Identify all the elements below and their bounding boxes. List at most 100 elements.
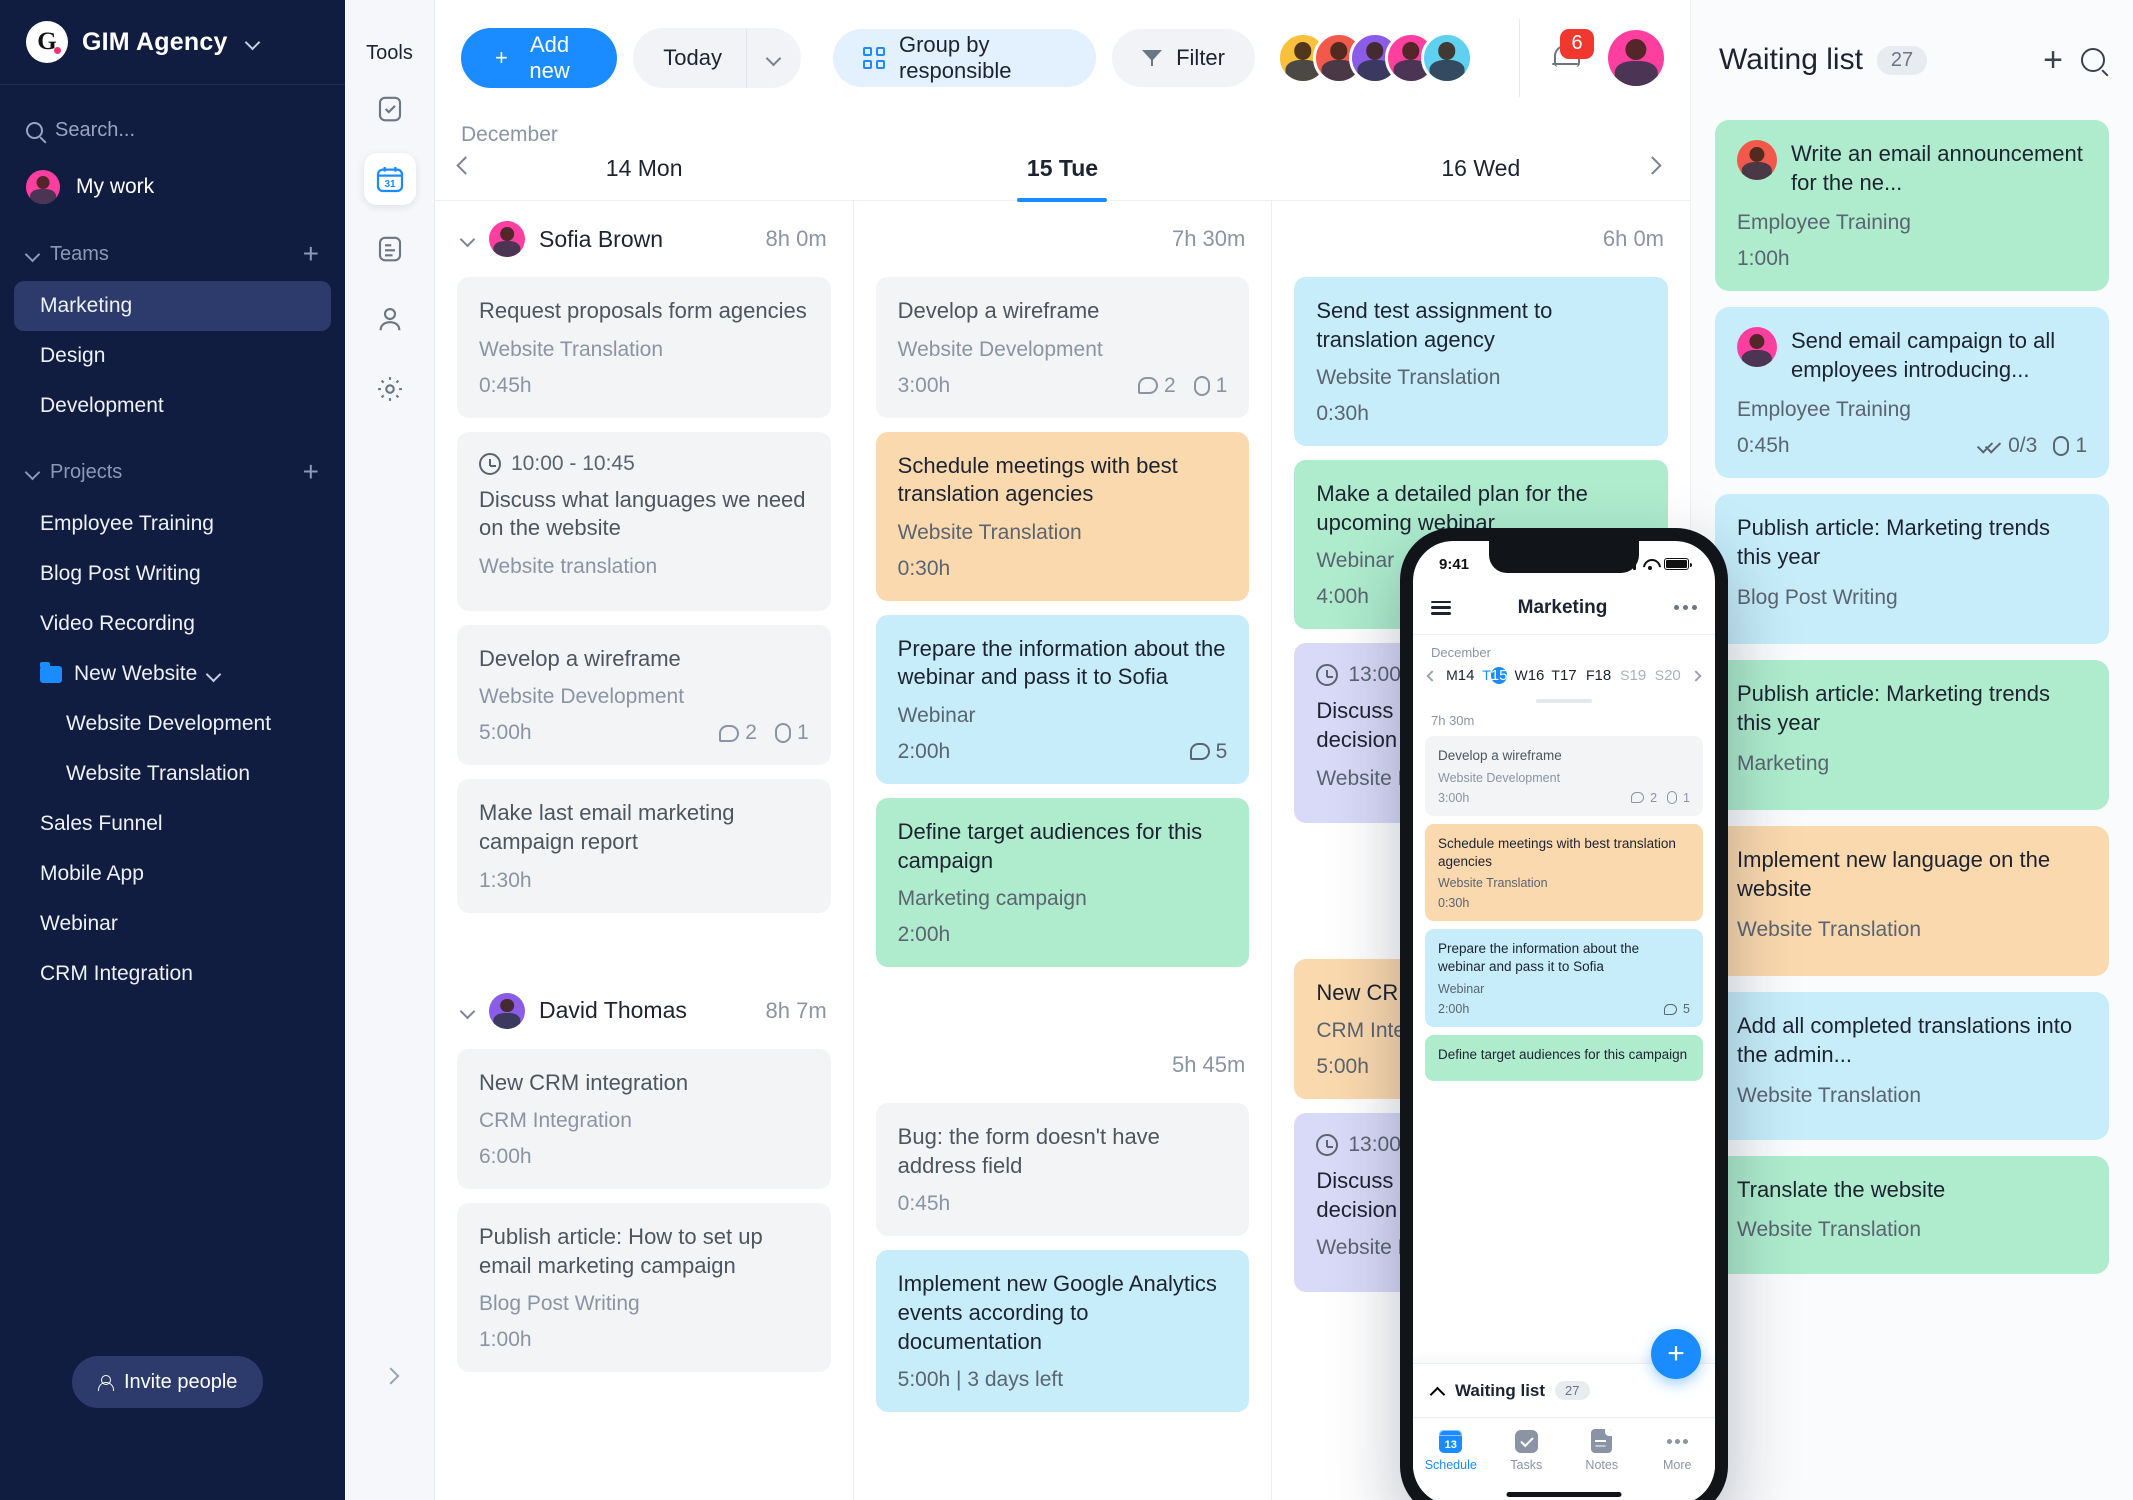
week-day-16[interactable]: W16	[1512, 662, 1547, 689]
tab-tasks[interactable]: Tasks	[1489, 1428, 1565, 1472]
task-time: 0:45h	[897, 1192, 951, 1216]
add-task-fab[interactable]: +	[1651, 1329, 1701, 1379]
tab-more[interactable]: More	[1640, 1428, 1716, 1472]
add-new-button[interactable]: + Add new	[461, 27, 618, 88]
day-header-15-tue[interactable]: 15 Tue	[853, 155, 1271, 200]
more-icon[interactable]	[1674, 605, 1697, 610]
calendar-day-number: 13	[1444, 1438, 1457, 1451]
search-input[interactable]: Search...	[0, 99, 345, 161]
task-title: Define target audiences for this campaig…	[897, 818, 1203, 873]
group-by-responsible-button[interactable]: Group by responsible	[832, 28, 1097, 87]
chevron-up-icon[interactable]	[1431, 1384, 1445, 1398]
search-icon[interactable]	[2081, 48, 2105, 72]
invite-people-button[interactable]: Invite people	[72, 1356, 264, 1408]
task-card[interactable]: Implement new Google Analytics events ac…	[875, 1250, 1250, 1413]
task-title: Request proposals form agencies	[479, 298, 807, 323]
drag-handle[interactable]	[1536, 699, 1592, 703]
sidebar-item-blog-post-writing[interactable]: Blog Post Writing	[14, 549, 331, 599]
chevron-down-icon[interactable]	[461, 1004, 475, 1018]
sidebar-item-development[interactable]: Development	[14, 381, 331, 431]
tab-schedule[interactable]: 13 Schedule	[1413, 1428, 1489, 1472]
next-week-button[interactable]	[1685, 667, 1707, 685]
sidebar-item-webinar[interactable]: Webinar	[14, 899, 331, 949]
tool-settings-button[interactable]	[364, 363, 416, 415]
tool-notes-button[interactable]	[364, 223, 416, 275]
task-card[interactable]: Define target audiences for this campaig…	[875, 797, 1250, 968]
task-card[interactable]: Schedule meetings with best translation …	[1425, 823, 1703, 922]
sidebar-item-design[interactable]: Design	[14, 331, 331, 381]
sidebar-section-teams[interactable]: Teams +	[0, 227, 345, 281]
day-header-16-wed[interactable]: 16 Wed	[1272, 155, 1690, 200]
avatar[interactable]	[1421, 31, 1473, 84]
tool-calendar-button[interactable]: 31	[363, 153, 416, 205]
task-card[interactable]: Prepare the information about the webina…	[1425, 929, 1703, 1028]
sidebar-item-new-website[interactable]: New Website	[14, 649, 331, 699]
next-day-button[interactable]	[1643, 156, 1674, 187]
task-card[interactable]: Develop a wireframe Website Development …	[875, 277, 1250, 418]
previous-week-button[interactable]	[1421, 667, 1443, 685]
task-card[interactable]: 10:00 - 10:45 Discuss what languages we …	[457, 431, 831, 611]
group-header-sofia-brown[interactable]: Sofia Brown 8h 0m	[435, 201, 853, 277]
task-card[interactable]: Prepare the information about the webina…	[875, 614, 1250, 784]
date-dropdown-button[interactable]	[747, 51, 801, 65]
sidebar-section-projects[interactable]: Projects +	[0, 445, 345, 499]
sidebar-item-crm-integration[interactable]: CRM Integration	[14, 949, 331, 999]
sidebar-item-video-recording[interactable]: Video Recording	[14, 599, 331, 649]
sidebar-item-website-development[interactable]: Website Development	[14, 699, 331, 749]
week-day-15[interactable]: T15	[1478, 662, 1513, 689]
workspace-switcher[interactable]: G GIM Agency	[0, 0, 345, 85]
waiting-list-item[interactable]: Implement new language on the website We…	[1715, 826, 2109, 977]
task-title: Develop a wireframe	[897, 298, 1100, 323]
tool-tasks-button[interactable]	[364, 83, 416, 135]
week-day-14[interactable]: M14	[1443, 662, 1478, 689]
week-day-20[interactable]: S20	[1650, 662, 1685, 689]
user-avatar[interactable]	[1608, 29, 1664, 86]
filter-button[interactable]: Filter	[1112, 28, 1255, 87]
week-day-19[interactable]: S19	[1616, 662, 1651, 689]
task-card[interactable]: Schedule meetings with best translation …	[875, 431, 1250, 601]
day-header-14-mon[interactable]: 14 Mon	[435, 155, 853, 200]
tab-notes[interactable]: Notes	[1564, 1428, 1640, 1472]
add-team-button[interactable]: +	[303, 240, 319, 268]
home-indicator	[1506, 1492, 1622, 1497]
sidebar-item-marketing[interactable]: Marketing	[14, 281, 331, 331]
task-icons: 2 1	[1631, 791, 1690, 805]
collapse-rail-button[interactable]	[383, 1369, 397, 1388]
task-card[interactable]: Define target audiences for this campaig…	[1425, 1035, 1703, 1081]
menu-icon[interactable]	[1431, 600, 1451, 615]
add-task-button[interactable]: +	[2043, 43, 2063, 77]
task-card[interactable]: Develop a wireframe Website Development …	[457, 624, 831, 766]
sidebar-item-mobile-app[interactable]: Mobile App	[14, 849, 331, 899]
waiting-list-item[interactable]: Add all completed translations into the …	[1715, 992, 2109, 1140]
group-header-david-thomas[interactable]: David Thomas 8h 7m	[435, 973, 853, 1049]
waiting-list-item[interactable]: Translate the website Website Translatio…	[1715, 1155, 2109, 1275]
sidebar-item-my-work[interactable]: My work	[0, 161, 345, 213]
waiting-list-item[interactable]: Publish article: Marketing trends this y…	[1715, 494, 2109, 645]
waiting-list-item[interactable]: Publish article: Marketing trends this y…	[1715, 660, 2109, 811]
task-card[interactable]: New CRM integration CRM Integration 6:00…	[457, 1048, 831, 1190]
waiting-list-title: Waiting list	[1719, 43, 1863, 76]
notifications-button[interactable]: 6	[1519, 18, 1664, 97]
team-avatars[interactable]	[1277, 31, 1473, 84]
task-time: 0:45h	[1737, 434, 1790, 458]
task-card[interactable]: Send test assignment to translation agen…	[1294, 277, 1669, 447]
sidebar-item-website-translation[interactable]: Website Translation	[14, 749, 331, 799]
sidebar-item-sales-funnel[interactable]: Sales Funnel	[14, 799, 331, 849]
waiting-list-item[interactable]: Write an email announcement for the ne..…	[1715, 120, 2109, 292]
waiting-list-item[interactable]: Send email campaign to all employees int…	[1715, 307, 2109, 479]
week-day-18[interactable]: F18	[1581, 662, 1616, 689]
add-project-button[interactable]: +	[303, 458, 319, 486]
task-card[interactable]: Bug: the form doesn't have address field…	[875, 1103, 1250, 1237]
tool-contacts-button[interactable]	[364, 293, 416, 345]
group-total-time: 5h 45m	[1171, 1052, 1246, 1078]
date-range-selector[interactable]: Today	[633, 27, 801, 88]
task-project: Marketing	[1737, 751, 1830, 775]
task-card[interactable]: Request proposals form agencies Website …	[457, 277, 831, 418]
task-card[interactable]: Publish article: How to set up email mar…	[457, 1203, 831, 1373]
task-card[interactable]: Develop a wireframe Website Development …	[1425, 736, 1703, 816]
chevron-down-icon[interactable]	[461, 232, 475, 246]
comment-icon	[719, 724, 740, 742]
week-day-17[interactable]: T17	[1547, 662, 1582, 689]
task-card[interactable]: Make last email marketing campaign repor…	[457, 779, 831, 913]
sidebar-item-employee-training[interactable]: Employee Training	[14, 499, 331, 549]
